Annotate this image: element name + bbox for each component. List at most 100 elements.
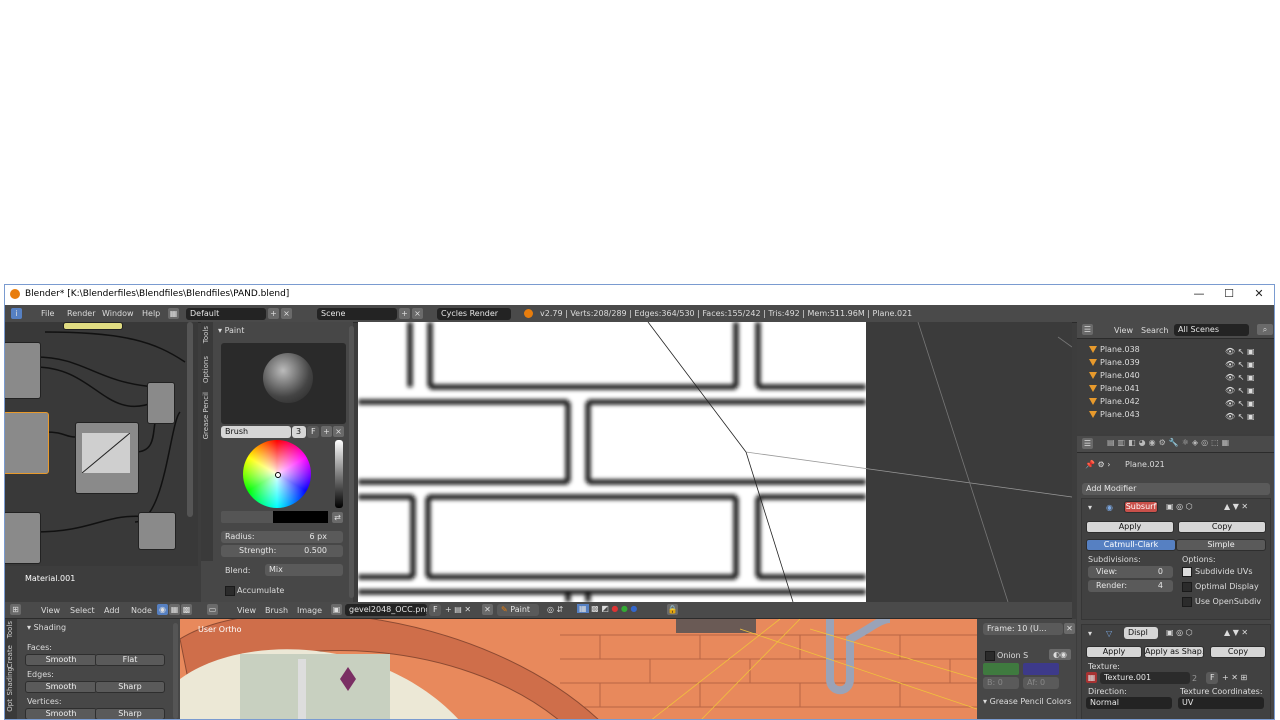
node-menu-add[interactable]: Add: [104, 606, 120, 615]
scene-select[interactable]: Scene: [317, 308, 397, 320]
texture-icon[interactable]: ▦: [1086, 672, 1097, 683]
draw-channel-icons[interactable]: ▦ ▩ ◩ ● ● ●: [577, 604, 653, 615]
onion-color-icons[interactable]: ◐◉: [1049, 649, 1071, 660]
image-menu-image[interactable]: Image: [297, 606, 322, 615]
image-name-field[interactable]: gevel2048_OCC.png: [345, 604, 427, 616]
apply-as-shape-button[interactable]: Apply as Shap...: [1144, 646, 1204, 658]
pivot-icons[interactable]: ◎ ⇵: [547, 605, 563, 614]
search-icon[interactable]: ⌕: [1257, 324, 1273, 335]
properties-editor-icon[interactable]: ☰: [1082, 438, 1093, 449]
vertices-smooth-button[interactable]: Smooth: [25, 708, 97, 719]
optimal-display-checkbox[interactable]: [1182, 582, 1192, 592]
value-slider[interactable]: [335, 440, 343, 508]
texture-nodes-icon[interactable]: ▦: [169, 604, 180, 615]
add-modifier-select[interactable]: Add Modifier: [1082, 483, 1270, 495]
texture-fake-user[interactable]: F: [1206, 672, 1218, 684]
image-actions-icons[interactable]: + ▤ ✕: [445, 605, 471, 614]
tab-shading[interactable]: Shading: [6, 667, 14, 695]
close-frame-icon[interactable]: ✕: [1064, 623, 1075, 634]
collapse-icon[interactable]: ▾: [1088, 629, 1092, 638]
outliner-visibility-icons[interactable]: 👁 ↖ ▣ 👁 ↖ ▣ 👁 ↖ ▣ 👁 ↖ ▣ 👁 ↖ ▣ 👁 ↖ ▣: [1225, 345, 1265, 423]
render-levels-field[interactable]: Render: 4: [1088, 580, 1173, 592]
info-editor-icon[interactable]: i: [11, 308, 22, 319]
outliner-editor-icon[interactable]: ☰: [1082, 324, 1093, 335]
subsurf-name-field[interactable]: Subsurf: [1124, 501, 1158, 513]
node-box[interactable]: [147, 382, 175, 424]
compositing-nodes-icon[interactable]: ▩: [181, 604, 192, 615]
menu-file[interactable]: File: [41, 309, 54, 318]
outliner-item-name[interactable]: Plane.042: [1100, 397, 1140, 406]
node-scrollbar[interactable]: [187, 322, 193, 517]
view-levels-field[interactable]: View: 0: [1088, 566, 1173, 578]
tool-shelf-scrollbar[interactable]: [349, 326, 354, 598]
3d-viewport[interactable]: User Ortho: [180, 619, 977, 719]
node-editor[interactable]: Material.001: [5, 322, 198, 583]
brush-name-field[interactable]: Brush: [221, 426, 291, 438]
menu-window[interactable]: Window: [102, 309, 134, 318]
subsurf-apply-button[interactable]: Apply: [1086, 521, 1174, 533]
node-box[interactable]: [5, 512, 41, 564]
texture-field[interactable]: Texture.001: [1100, 672, 1190, 684]
node-editor-icon[interactable]: ⊞: [10, 604, 21, 615]
image-editor[interactable]: [358, 322, 1072, 602]
radius-slider[interactable]: Radius: 6 px: [221, 531, 343, 543]
catmull-clark-button[interactable]: Catmull-Clark: [1086, 539, 1176, 551]
faces-smooth-button[interactable]: Smooth: [25, 654, 97, 666]
outliner-item-name[interactable]: Plane.043: [1100, 410, 1140, 419]
node-menu-view[interactable]: View: [41, 606, 60, 615]
image-browse-icon[interactable]: ▣: [331, 604, 342, 615]
node-box[interactable]: [63, 322, 123, 330]
outliner-menu-view[interactable]: View: [1114, 326, 1133, 335]
modifier-move-icons[interactable]: ▲ ▼ ✕: [1224, 502, 1248, 511]
strength-slider[interactable]: Strength: 0.500: [221, 545, 343, 557]
tab-tools[interactable]: Tools: [6, 621, 14, 638]
color-cursor[interactable]: [275, 472, 281, 478]
node-menu-select[interactable]: Select: [70, 606, 95, 615]
pin-image-icon[interactable]: ✕: [482, 604, 493, 615]
brush-preview[interactable]: [221, 343, 346, 424]
minimize-button[interactable]: —: [1184, 286, 1214, 304]
pin-icon[interactable]: 📌 ⚙ ›: [1085, 460, 1110, 469]
tab-options[interactable]: Options: [202, 356, 210, 383]
accumulate-checkbox[interactable]: [225, 586, 235, 596]
unlink-brush-icon[interactable]: ×: [333, 426, 344, 437]
node-box-selected[interactable]: [5, 412, 49, 474]
outliner-item-name[interactable]: Plane.040: [1100, 371, 1140, 380]
lock-icon[interactable]: 🔒: [667, 604, 678, 615]
render-engine-select[interactable]: Cycles Render: [437, 308, 511, 320]
after-frames-field[interactable]: Af: 0: [1023, 677, 1059, 689]
brush-fake-user[interactable]: F: [307, 426, 319, 438]
property-context-icons[interactable]: ▤▥◧◕◉⚙🔧⚛◈◎⬚▦: [1107, 438, 1272, 449]
tab-tools[interactable]: Tools: [202, 326, 210, 343]
node-menu-node[interactable]: Node: [131, 606, 152, 615]
shading-shelf-scrollbar[interactable]: [173, 623, 178, 719]
modifier-move-icons[interactable]: ▲ ▼ ✕: [1224, 628, 1248, 637]
frame-field[interactable]: Frame: 10 (U...: [983, 623, 1063, 635]
tab-grease-pencil[interactable]: Grease Pencil: [202, 392, 210, 439]
screen-layout-icon[interactable]: ▦: [168, 308, 179, 319]
menu-help[interactable]: Help: [142, 309, 160, 318]
rgb-curves-node[interactable]: [75, 422, 139, 494]
new-brush-icon[interactable]: +: [321, 426, 332, 437]
node-box[interactable]: [138, 512, 176, 550]
image-menu-brush[interactable]: Brush: [265, 606, 288, 615]
secondary-color-swatch[interactable]: [221, 511, 273, 523]
brush-users[interactable]: 3: [292, 426, 306, 438]
simple-button[interactable]: Simple: [1176, 539, 1266, 551]
texture-actions-icons[interactable]: + ✕ ⊞: [1222, 673, 1247, 682]
subdivide-uvs-checkbox[interactable]: [1182, 567, 1192, 577]
image-menu-view[interactable]: View: [237, 606, 256, 615]
layout-select[interactable]: Default: [186, 308, 266, 320]
modifier-visibility-icons[interactable]: ▣ ◎ ⬡: [1166, 502, 1193, 511]
vertices-sharp-button[interactable]: Sharp: [95, 708, 165, 719]
onion-skin-checkbox[interactable]: [985, 651, 995, 661]
remove-layout-icon[interactable]: ×: [281, 308, 292, 319]
maximize-button[interactable]: ☐: [1214, 286, 1244, 304]
shader-nodes-icon[interactable]: ◉: [157, 604, 168, 615]
node-box[interactable]: [5, 342, 41, 399]
menu-render[interactable]: Render: [67, 309, 95, 318]
before-frames-field[interactable]: B: 0: [983, 677, 1019, 689]
add-layout-icon[interactable]: +: [268, 308, 279, 319]
close-button[interactable]: ✕: [1244, 286, 1274, 304]
displace-apply-button[interactable]: Apply: [1086, 646, 1142, 658]
